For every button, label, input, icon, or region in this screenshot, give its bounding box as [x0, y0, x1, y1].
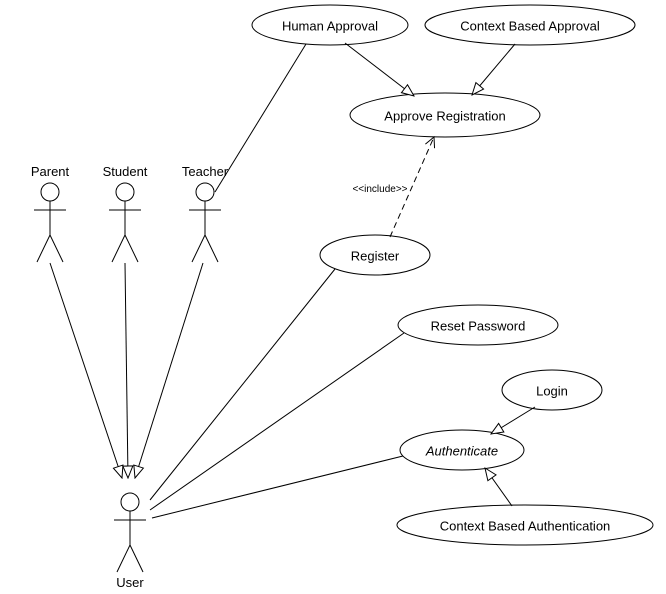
usecase-context-approval: Context Based Approval [425, 5, 635, 45]
actor-student-label: Student [103, 164, 148, 179]
gen-teacher-to-user [135, 263, 203, 478]
gen-contextauth-to-authenticate [485, 468, 512, 506]
include-label: <<include>> [352, 184, 407, 195]
usecase-reset-password-label: Reset Password [431, 318, 526, 333]
actor-parent: Parent [31, 164, 70, 262]
usecase-reset-password: Reset Password [398, 305, 558, 345]
gen-human-to-approve [345, 43, 414, 96]
actor-user: User [114, 493, 146, 590]
gen-context-to-approve [472, 44, 515, 95]
usecase-authenticate-label: Authenticate [425, 443, 498, 458]
actor-parent-label: Parent [31, 164, 70, 179]
gen-parent-to-user [50, 263, 122, 478]
usecase-context-auth: Context Based Authentication [397, 505, 653, 545]
assoc-user-reset-password [150, 333, 404, 510]
usecase-register: Register [320, 235, 430, 275]
usecase-authenticate: Authenticate [400, 430, 524, 470]
usecase-human-approval: Human Approval [252, 5, 408, 45]
assoc-user-register [150, 269, 335, 500]
gen-login-to-authenticate [491, 407, 535, 434]
actor-student: Student [103, 164, 148, 262]
usecase-human-approval-label: Human Approval [282, 18, 378, 33]
actor-user-label: User [116, 575, 144, 590]
usecase-login: Login [502, 370, 602, 410]
usecase-register-label: Register [351, 248, 400, 263]
actor-teacher-label: Teacher [182, 164, 229, 179]
assoc-user-authenticate [152, 456, 403, 518]
gen-student-to-user [125, 263, 128, 478]
usecase-context-auth-label: Context Based Authentication [440, 518, 611, 533]
usecase-approve-registration-label: Approve Registration [384, 108, 505, 123]
usecase-approve-registration: Approve Registration [350, 93, 540, 137]
usecase-login-label: Login [536, 383, 568, 398]
actor-teacher: Teacher [182, 164, 229, 262]
assoc-teacher-human-approval [215, 44, 306, 192]
usecase-context-approval-label: Context Based Approval [460, 18, 600, 33]
